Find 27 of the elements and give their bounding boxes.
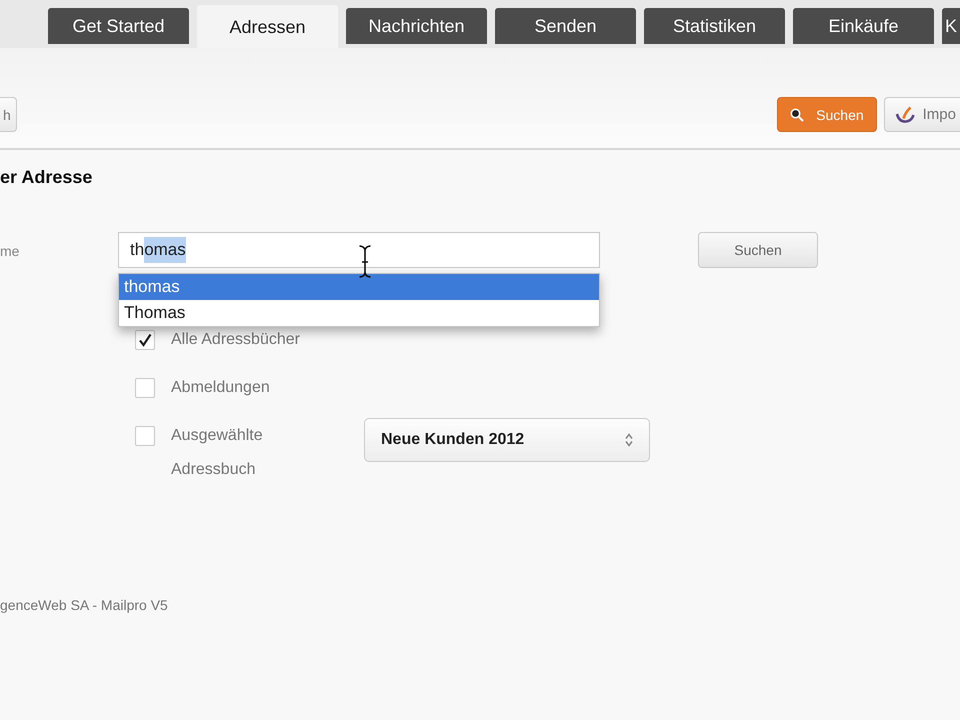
toolbar-button[interactable]: Impo (884, 97, 960, 132)
updown-chevron-icon (625, 433, 633, 447)
tab[interactable]: Adressen (197, 5, 338, 48)
suggestion-item[interactable]: thomas (119, 274, 599, 300)
section-heading: er Adresse (0, 166, 92, 188)
checkbox[interactable] (135, 378, 155, 398)
tab[interactable]: Get Started (48, 8, 189, 44)
swoosh-icon (894, 106, 915, 124)
checkbox-label: Alle Adressbücher (171, 330, 300, 350)
search-icon (790, 108, 804, 122)
checkbox[interactable] (135, 426, 155, 446)
tab[interactable]: Einkäufe (793, 8, 934, 44)
toolbar-button[interactable]: h (0, 97, 17, 132)
suggestion-item[interactable]: Thomas (119, 300, 599, 326)
tab[interactable]: K (942, 8, 960, 44)
addressbook-select[interactable]: Neue Kunden 2012 (364, 418, 650, 462)
search-button[interactable]: Suchen (698, 232, 818, 268)
checkbox-label: Ausgewählte Adressbuch (171, 426, 264, 480)
tab[interactable]: Statistiken (644, 8, 785, 44)
footer-text: genceWeb SA - Mailpro V5 (0, 596, 168, 615)
field-label: me (0, 242, 20, 260)
checkbox-label: Abmeldungen (171, 378, 270, 398)
tab[interactable]: Senden (495, 8, 636, 44)
checkbox[interactable] (135, 330, 155, 350)
text-cursor-icon (358, 245, 372, 278)
search-input-field[interactable]: thomas (118, 232, 600, 268)
tab[interactable]: Nachrichten (346, 8, 487, 44)
